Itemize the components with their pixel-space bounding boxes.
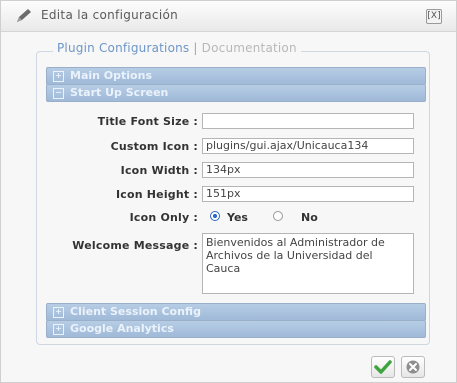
- icon-width-input[interactable]: 134px: [202, 162, 414, 178]
- icon-only-yes-label: Yes: [227, 211, 248, 224]
- dialog-titlebar[interactable]: Edita la configuración [X]: [1, 1, 456, 32]
- icon-only-no-radio[interactable]: [273, 211, 283, 221]
- cancel-icon: [406, 360, 420, 374]
- section-google-analytics[interactable]: + Google Analytics: [46, 320, 426, 338]
- title-font-size-label: Title Font Size :: [97, 115, 198, 128]
- section-startup-screen[interactable]: − Start Up Screen: [46, 84, 426, 102]
- title-font-size-input[interactable]: [202, 113, 414, 129]
- icon-only-yes-radio[interactable]: [210, 211, 220, 221]
- icon-only-label: Icon Only :: [129, 211, 198, 224]
- section-main-options[interactable]: + Main Options: [46, 67, 426, 85]
- icon-height-label: Icon Height :: [115, 188, 198, 201]
- save-button[interactable]: [371, 356, 395, 378]
- expand-icon: +: [53, 70, 64, 82]
- section-label: Google Analytics: [70, 322, 174, 335]
- close-button[interactable]: [X]: [426, 9, 442, 24]
- expand-icon: +: [53, 323, 64, 335]
- welcome-message-label: Welcome Message :: [72, 239, 198, 252]
- tab-legend: Plugin Configurations | Documentation: [53, 41, 301, 55]
- tab-plugin-configurations[interactable]: Plugin Configurations: [57, 41, 189, 55]
- icon-width-label: Icon Width :: [120, 164, 198, 177]
- check-icon: [374, 360, 392, 374]
- dialog-title: Edita la configuración: [41, 8, 179, 22]
- section-label: Client Session Config: [70, 305, 201, 318]
- icon-only-no-label: No: [301, 211, 318, 224]
- section-label: Main Options: [70, 69, 152, 82]
- tab-documentation[interactable]: Documentation: [202, 41, 297, 55]
- collapse-icon: −: [53, 87, 64, 99]
- section-label: Start Up Screen: [70, 86, 169, 99]
- cancel-button[interactable]: [401, 356, 425, 378]
- icon-height-input[interactable]: 151px: [202, 186, 414, 202]
- custom-icon-input[interactable]: plugins/gui.ajax/Unicauca134: [202, 138, 414, 154]
- expand-icon: +: [53, 306, 64, 318]
- welcome-message-textarea[interactable]: Bienvenidos al Administrador de Archivos…: [202, 233, 414, 294]
- config-dialog: Edita la configuración [X] Plugin Config…: [0, 0, 457, 383]
- pencil-icon: [17, 9, 31, 22]
- tab-separator: |: [193, 41, 198, 55]
- section-client-session-config[interactable]: + Client Session Config: [46, 303, 426, 321]
- custom-icon-label: Custom Icon :: [110, 140, 198, 153]
